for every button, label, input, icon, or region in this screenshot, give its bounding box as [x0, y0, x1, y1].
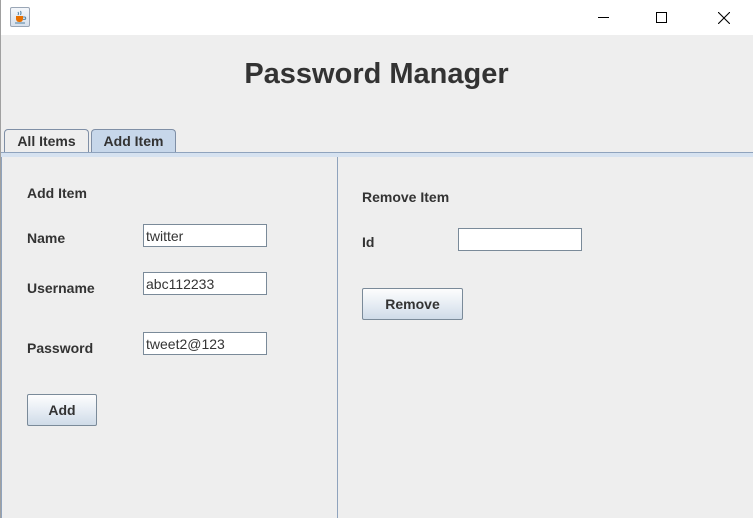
tab-all-items[interactable]: All Items [4, 129, 89, 153]
remove-button[interactable]: Remove [362, 288, 463, 320]
id-input[interactable] [458, 228, 582, 251]
id-label: Id [362, 234, 375, 250]
password-label: Password [27, 340, 94, 356]
maximize-icon [656, 12, 667, 23]
username-input[interactable]: abc112233 [143, 272, 267, 295]
close-icon [718, 12, 730, 24]
java-coffee-cup-icon[interactable] [10, 7, 30, 27]
name-label: Name [27, 230, 66, 246]
panel-left-edge [1, 157, 2, 518]
minimize-icon [598, 17, 609, 18]
tab-add-item[interactable]: Add Item [91, 129, 176, 153]
add-item-heading: Add Item [27, 185, 87, 201]
close-button[interactable] [701, 0, 747, 35]
page-title: Password Manager [244, 58, 509, 90]
username-label: Username [27, 280, 95, 296]
add-button[interactable]: Add [27, 394, 97, 426]
tab-content-band [1, 153, 753, 157]
name-input[interactable]: twitter [143, 224, 267, 247]
maximize-button[interactable] [639, 0, 685, 35]
panel-divider [337, 157, 338, 518]
title-bar [0, 0, 753, 35]
minimize-button[interactable] [581, 0, 627, 35]
remove-item-heading: Remove Item [362, 189, 450, 205]
password-input[interactable]: tweet2@123 [143, 332, 267, 355]
